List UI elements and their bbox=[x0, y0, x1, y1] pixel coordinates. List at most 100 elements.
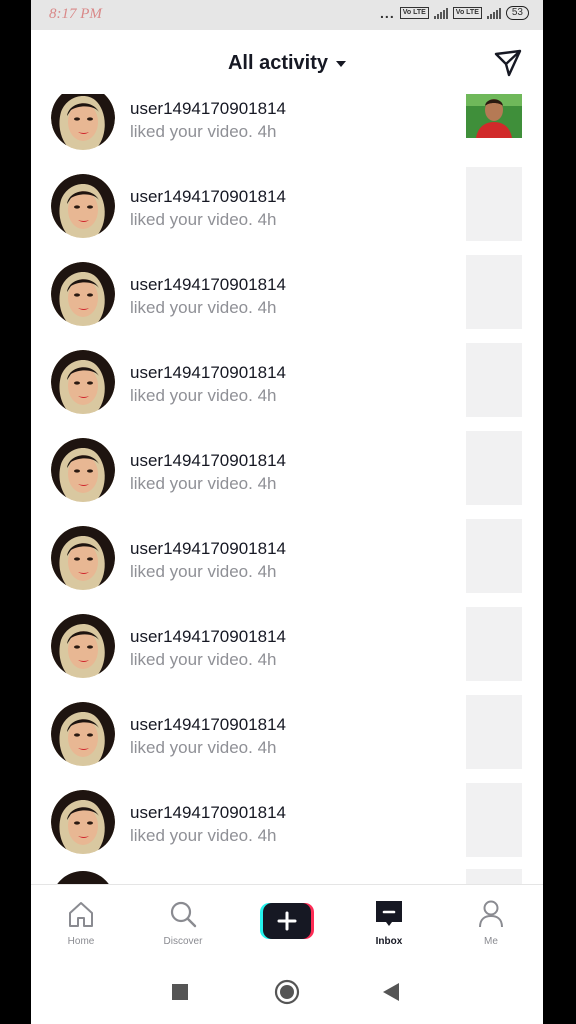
username[interactable]: user1494170901814 bbox=[130, 99, 286, 119]
recents-square-icon[interactable] bbox=[172, 984, 188, 1000]
activity-text: liked your video. 4h bbox=[130, 650, 277, 670]
video-thumbnail[interactable] bbox=[466, 431, 522, 505]
activity-text: liked your video. 4h bbox=[130, 210, 277, 230]
nav-home[interactable]: Home bbox=[41, 885, 121, 963]
avatar[interactable] bbox=[51, 438, 115, 502]
username[interactable]: user1494170901814 bbox=[130, 363, 286, 383]
person-icon bbox=[479, 900, 503, 928]
username[interactable]: user1494170901814 bbox=[130, 627, 286, 647]
avatar[interactable] bbox=[51, 614, 115, 678]
activity-text: liked your video. 4h bbox=[130, 738, 277, 758]
inbox-header: All activity bbox=[31, 30, 543, 94]
video-thumbnail[interactable] bbox=[466, 695, 522, 769]
nav-home-label: Home bbox=[67, 936, 95, 947]
nav-discover[interactable]: Discover bbox=[143, 885, 223, 963]
activity-row[interactable]: user1494170901814 liked your video. 4h bbox=[31, 519, 543, 613]
activity-text: liked your video. 4h bbox=[130, 386, 277, 406]
home-icon bbox=[69, 902, 93, 927]
activity-text: liked your video. 4h bbox=[130, 474, 277, 494]
activity-row[interactable]: user1494170901814 liked your video. 4h bbox=[31, 607, 543, 701]
volte-icon: Vo LTE bbox=[399, 7, 429, 19]
activity-time: 4h bbox=[257, 562, 277, 581]
activity-action: liked your video. bbox=[130, 210, 253, 229]
avatar[interactable] bbox=[51, 871, 115, 884]
activity-text: liked your video. 4h bbox=[130, 298, 277, 318]
phone-screen: 8:17 PM ... Vo LTE Vo LTE 53 All activit… bbox=[31, 0, 543, 1024]
activity-action: liked your video. bbox=[130, 738, 253, 757]
activity-action: liked your video. bbox=[130, 562, 253, 581]
username[interactable]: user1494170901814 bbox=[130, 275, 286, 295]
activity-time: 4h bbox=[257, 298, 277, 317]
search-icon bbox=[170, 901, 197, 928]
activity-time: 4h bbox=[257, 210, 277, 229]
avatar[interactable] bbox=[51, 790, 115, 854]
activity-time: 4h bbox=[257, 474, 277, 493]
activity-row[interactable]: user1494170901814 liked your video. 4h bbox=[31, 343, 543, 437]
username[interactable]: user1494170901814 bbox=[130, 187, 286, 207]
video-preview-image bbox=[466, 94, 522, 138]
nav-me-label: Me bbox=[484, 936, 498, 947]
activity-action: liked your video. bbox=[130, 650, 253, 669]
username[interactable]: user1494170901814 bbox=[130, 539, 286, 559]
avatar[interactable] bbox=[51, 350, 115, 414]
battery-icon: 53 bbox=[505, 6, 529, 20]
bottom-nav: Home Discover Inbox Me bbox=[31, 884, 543, 963]
video-thumbnail[interactable] bbox=[466, 869, 522, 884]
activity-row[interactable]: user1494170901814 liked your video. 4h bbox=[31, 255, 543, 349]
back-triangle-icon[interactable] bbox=[383, 983, 399, 1001]
nav-inbox-label: Inbox bbox=[375, 936, 403, 947]
activity-time: 4h bbox=[257, 122, 277, 141]
username[interactable]: user1494170901814 bbox=[130, 451, 286, 471]
nav-inbox[interactable]: Inbox bbox=[349, 885, 429, 963]
page-title: All activity bbox=[227, 52, 329, 74]
nav-me[interactable]: Me bbox=[451, 885, 531, 963]
avatar[interactable] bbox=[51, 174, 115, 238]
notification-dots: ... bbox=[380, 5, 395, 21]
activity-row[interactable]: user1494170901814 liked your video. 4h bbox=[31, 431, 543, 525]
send-icon[interactable] bbox=[493, 48, 523, 78]
activity-row[interactable]: user1494170901814 liked your video. 4h bbox=[31, 695, 543, 789]
activity-time: 4h bbox=[257, 386, 277, 405]
signal-icon bbox=[433, 7, 448, 19]
activity-action: liked your video. bbox=[130, 122, 253, 141]
signal-icon bbox=[486, 7, 501, 19]
caret-down-icon bbox=[336, 60, 347, 67]
status-time: 8:17 PM bbox=[49, 6, 102, 22]
avatar[interactable] bbox=[51, 262, 115, 326]
activity-row[interactable]: user1494170901814 liked your video. 4h bbox=[31, 94, 543, 173]
avatar[interactable] bbox=[51, 526, 115, 590]
activity-text: liked your video. 4h bbox=[130, 562, 277, 582]
activity-time: 4h bbox=[257, 738, 277, 757]
video-thumbnail[interactable] bbox=[466, 519, 522, 593]
activity-time: 4h bbox=[257, 650, 277, 669]
create-video-button[interactable] bbox=[260, 903, 314, 939]
status-icons: ... Vo LTE Vo LTE 53 bbox=[380, 6, 529, 20]
activity-row[interactable]: user1494170901814 liked your video. 4h bbox=[31, 167, 543, 261]
activity-row[interactable]: user1494170901814 liked your video. 4h bbox=[31, 783, 543, 877]
video-thumbnail[interactable] bbox=[466, 255, 522, 329]
video-thumbnail[interactable] bbox=[466, 94, 522, 138]
activity-text: liked your video. 4h bbox=[130, 122, 277, 142]
system-nav-bar bbox=[31, 962, 543, 1024]
video-thumbnail[interactable] bbox=[466, 607, 522, 681]
avatar[interactable] bbox=[51, 94, 115, 150]
video-thumbnail[interactable] bbox=[466, 167, 522, 241]
nav-discover-label: Discover bbox=[163, 936, 203, 947]
activity-action: liked your video. bbox=[130, 386, 253, 405]
plus-icon bbox=[260, 903, 314, 939]
username[interactable]: user1494170901814 bbox=[130, 803, 286, 823]
volte-icon: Vo LTE bbox=[452, 7, 482, 19]
activity-time: 4h bbox=[257, 826, 277, 845]
home-circle-icon[interactable] bbox=[274, 979, 300, 1005]
video-thumbnail[interactable] bbox=[466, 343, 522, 417]
video-thumbnail[interactable] bbox=[466, 783, 522, 857]
activity-text: liked your video. 4h bbox=[130, 826, 277, 846]
status-bar: 8:17 PM ... Vo LTE Vo LTE 53 bbox=[31, 0, 543, 30]
inbox-icon bbox=[376, 901, 402, 926]
activity-list: user1494170901814 liked your video. 4h use… bbox=[31, 94, 543, 884]
username[interactable]: user1494170901814 bbox=[130, 715, 286, 735]
activity-action: liked your video. bbox=[130, 474, 253, 493]
avatar[interactable] bbox=[51, 702, 115, 766]
activity-filter-dropdown[interactable]: All activity bbox=[31, 52, 543, 75]
activity-action: liked your video. bbox=[130, 298, 253, 317]
